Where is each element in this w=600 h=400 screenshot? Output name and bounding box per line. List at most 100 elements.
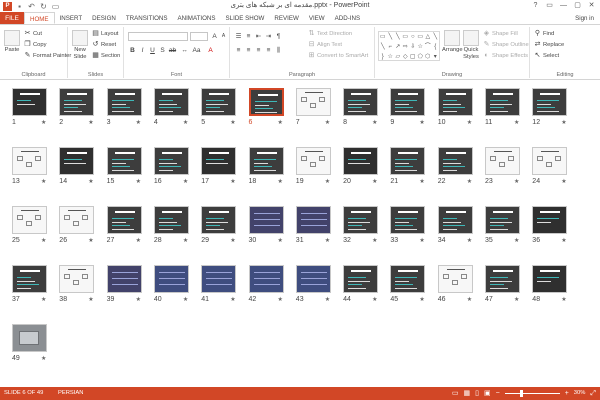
shrink-font-icon[interactable]: A (219, 32, 228, 41)
increase-indent-icon[interactable]: ⇥ (264, 32, 273, 41)
slide-thumbnail-4[interactable]: 4 ★ (153, 88, 189, 139)
numbering-icon[interactable]: ≡ (244, 32, 253, 41)
zoom-slider[interactable] (504, 390, 560, 397)
slide-thumbnail-42[interactable]: 42 ★ (248, 265, 284, 316)
slide-thumbnail-20[interactable]: 20 ★ (343, 147, 379, 198)
help-icon[interactable]: ? (529, 0, 542, 11)
slide-thumbnail-13[interactable]: 13 ★ (12, 147, 47, 198)
copy-button[interactable]: ❐ Copy (24, 41, 46, 48)
align-text-button[interactable]: ⊟ Align Text (308, 41, 342, 48)
transition-star-icon[interactable]: ★ (136, 237, 141, 244)
slide-thumbnail-7[interactable]: 7 ★ (295, 88, 331, 139)
slide-thumbnail-46[interactable]: 46 ★ (437, 265, 473, 316)
slide-thumbnail-27[interactable]: 27 ★ (106, 206, 142, 257)
strikethrough-icon[interactable]: ab (168, 46, 177, 55)
transition-star-icon[interactable]: ★ (230, 237, 235, 244)
transition-star-icon[interactable]: ★ (88, 237, 93, 244)
slide-thumbnail-28[interactable]: 28 ★ (153, 206, 189, 257)
transition-star-icon[interactable]: ★ (514, 178, 519, 185)
transition-star-icon[interactable]: ★ (467, 119, 472, 126)
columns-icon[interactable]: ⫼ (274, 46, 283, 55)
slide-thumbnail-41[interactable]: 41 ★ (201, 265, 237, 316)
slide-thumbnail-39[interactable]: 39 ★ (106, 265, 142, 316)
slide-thumbnail-15[interactable]: 15 ★ (106, 147, 142, 198)
transition-star-icon[interactable]: ★ (88, 296, 93, 303)
transition-star-icon[interactable]: ★ (230, 296, 235, 303)
cut-button[interactable]: ✂ Cut (24, 30, 42, 37)
align-right-icon[interactable]: ≡ (254, 46, 263, 55)
transition-star-icon[interactable]: ★ (419, 178, 424, 185)
slide-thumbnail-14[interactable]: 14 ★ (59, 147, 95, 198)
arrange-button[interactable]: Arrange (442, 30, 463, 53)
font-size-dropdown[interactable] (190, 32, 208, 41)
tab-slide-show[interactable]: SLIDE SHOW (221, 12, 270, 24)
slide-thumbnail-11[interactable]: 11 ★ (485, 88, 520, 139)
transition-star-icon[interactable]: ★ (41, 119, 46, 126)
transition-star-icon[interactable]: ★ (136, 178, 141, 185)
decrease-indent-icon[interactable]: ⇤ (254, 32, 263, 41)
slide-thumbnail-2[interactable]: 2 ★ (59, 88, 95, 139)
transition-star-icon[interactable]: ★ (419, 237, 424, 244)
shape-effects-button[interactable]: ◐ Shape Effects (483, 52, 528, 59)
slide-sorter-view-icon[interactable]: ▦ (463, 387, 470, 400)
fit-to-window-icon[interactable]: ⤢ (590, 387, 596, 400)
slide-thumbnail-3[interactable]: 3 ★ (106, 88, 142, 139)
transition-star-icon[interactable]: ★ (514, 237, 519, 244)
transition-star-icon[interactable]: ★ (561, 296, 566, 303)
transition-star-icon[interactable]: ★ (467, 296, 472, 303)
zoom-in-icon[interactable]: + (565, 387, 569, 400)
tab-file[interactable]: FILE (0, 12, 24, 24)
transition-star-icon[interactable]: ★ (230, 119, 235, 126)
change-case-icon[interactable]: Aa (192, 46, 201, 55)
slide-thumbnail-47[interactable]: 47 ★ (485, 265, 520, 316)
transition-star-icon[interactable]: ★ (514, 296, 519, 303)
format-painter-button[interactable]: ✎ Format Painter (24, 52, 72, 59)
slide-thumbnail-31[interactable]: 31 ★ (295, 206, 331, 257)
slide-thumbnail-8[interactable]: 8 ★ (343, 88, 379, 139)
slide-thumbnail-12[interactable]: 12 ★ (532, 88, 568, 139)
paste-button[interactable]: Paste (4, 30, 20, 53)
transition-star-icon[interactable]: ★ (514, 119, 519, 126)
character-spacing-icon[interactable]: ↔ (180, 46, 189, 55)
normal-view-icon[interactable]: ▭ (452, 387, 459, 400)
reading-view-icon[interactable]: ▯ (475, 387, 479, 400)
slide-thumbnail-24[interactable]: 24 ★ (532, 147, 568, 198)
transition-star-icon[interactable]: ★ (419, 296, 424, 303)
slide-thumbnail-5[interactable]: 5 ★ (201, 88, 237, 139)
tab-animations[interactable]: ANIMATIONS (172, 12, 220, 24)
slide-thumbnail-17[interactable]: 17 ★ (201, 147, 237, 198)
transition-star-icon[interactable]: ★ (561, 237, 566, 244)
maximize-icon[interactable]: ▢ (571, 0, 584, 11)
slide-thumbnail-23[interactable]: 23 ★ (485, 147, 520, 198)
slideshow-view-icon[interactable]: ▣ (484, 387, 491, 400)
transition-star-icon[interactable]: ★ (41, 355, 46, 362)
slide-thumbnail-18[interactable]: 18 ★ (248, 147, 284, 198)
transition-star-icon[interactable]: ★ (325, 237, 330, 244)
slide-thumbnail-21[interactable]: 21 ★ (390, 147, 426, 198)
shape-fill-button[interactable]: ◈ Shape Fill (483, 30, 518, 37)
align-left-icon[interactable]: ≡ (234, 46, 243, 55)
transition-star-icon[interactable]: ★ (325, 296, 330, 303)
grow-font-icon[interactable]: A (210, 32, 219, 41)
slide-thumbnail-16[interactable]: 16 ★ (153, 147, 189, 198)
transition-star-icon[interactable]: ★ (419, 119, 424, 126)
transition-star-icon[interactable]: ★ (278, 178, 283, 185)
shape-outline-button[interactable]: ✎ Shape Outline (483, 41, 529, 48)
slide-thumbnail-9[interactable]: 9 ★ (390, 88, 426, 139)
transition-star-icon[interactable]: ★ (230, 178, 235, 185)
close-icon[interactable]: ✕ (585, 0, 598, 11)
transition-star-icon[interactable]: ★ (372, 178, 377, 185)
replace-button[interactable]: ⇄ Replace (534, 41, 565, 48)
tab-add-ins[interactable]: ADD-INS (330, 12, 365, 24)
italic-icon[interactable]: I (138, 46, 147, 55)
slide-thumbnail-29[interactable]: 29 ★ (201, 206, 237, 257)
sign-in-link[interactable]: Sign in (575, 12, 600, 24)
reset-button[interactable]: ↺ Reset (92, 41, 117, 48)
transition-star-icon[interactable]: ★ (41, 296, 46, 303)
font-name-dropdown[interactable] (128, 32, 188, 41)
slide-thumbnail-1[interactable]: 1 ★ (12, 88, 47, 139)
slide-thumbnail-48[interactable]: 48 ★ (532, 265, 568, 316)
slide-thumbnail-49[interactable]: 49 ★ (12, 324, 47, 375)
transition-star-icon[interactable]: ★ (136, 119, 141, 126)
transition-star-icon[interactable]: ★ (183, 296, 188, 303)
